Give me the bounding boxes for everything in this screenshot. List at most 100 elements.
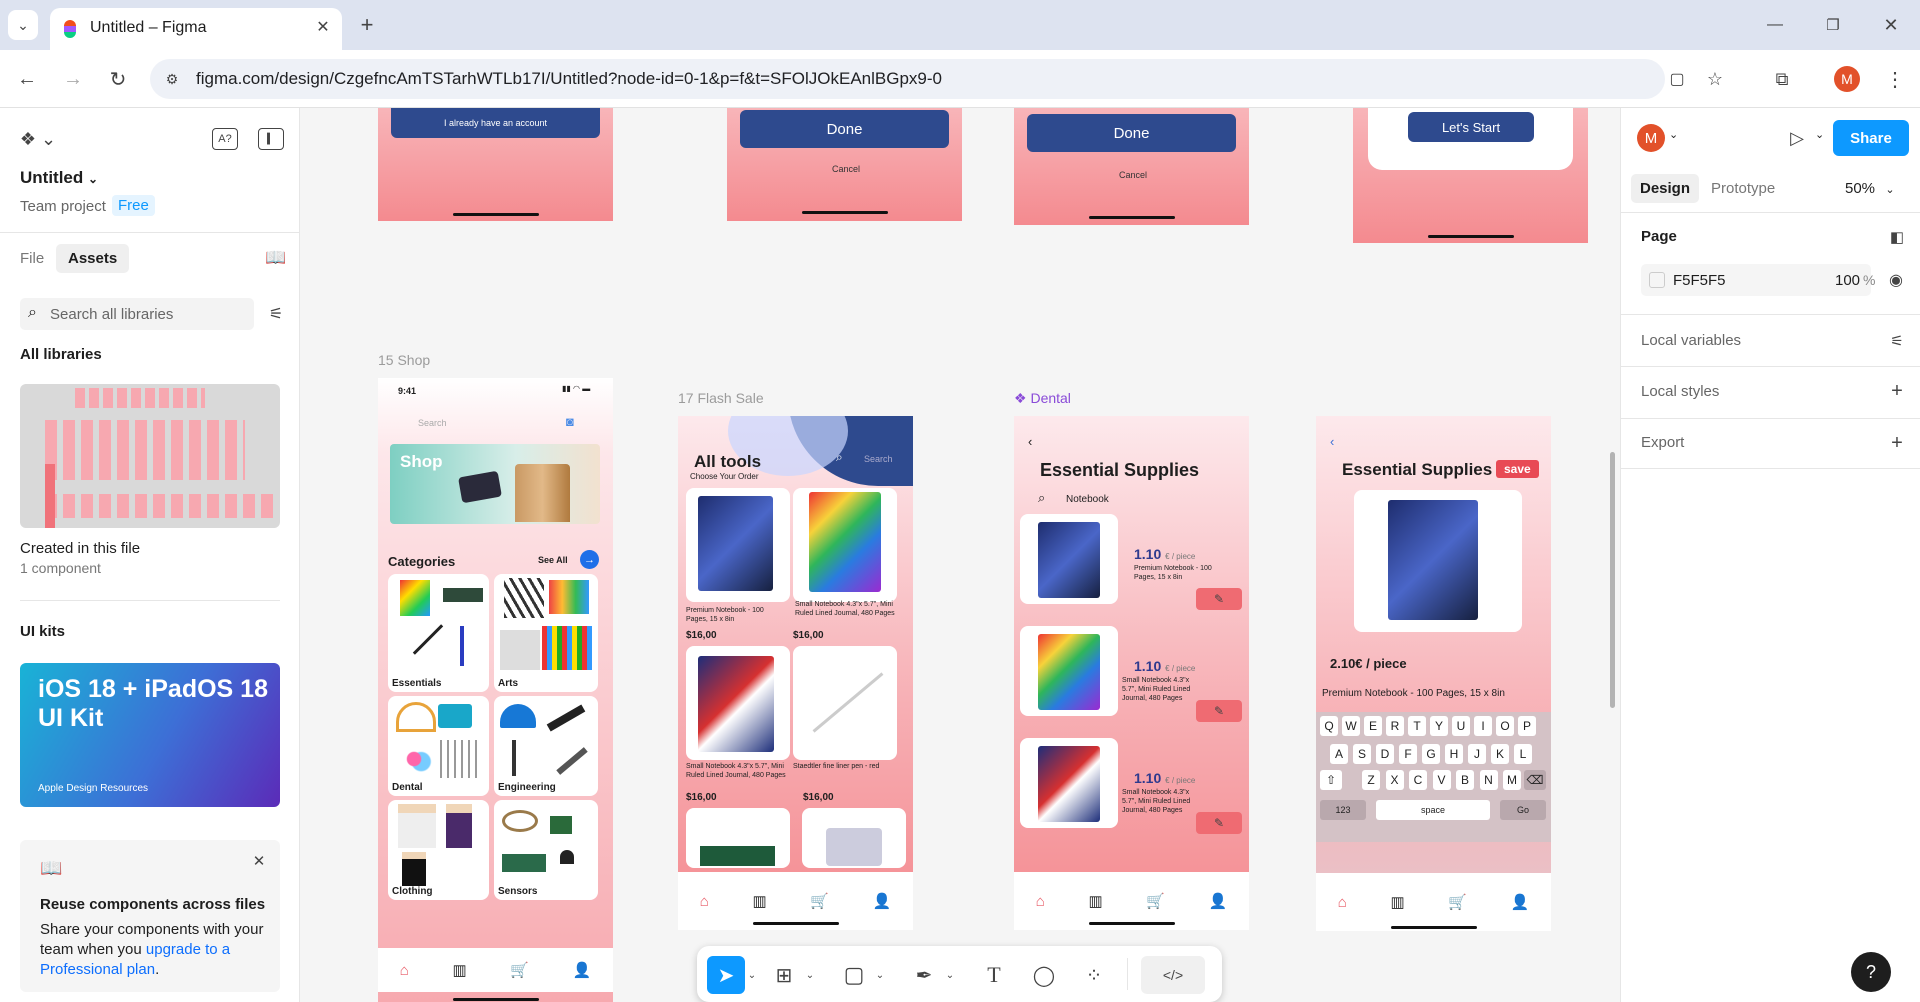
text-tool-icon[interactable]: T	[975, 956, 1013, 994]
key-c[interactable]: C	[1409, 770, 1427, 790]
back-chevron-icon[interactable]: ‹	[1028, 434, 1032, 449]
stats-icon[interactable]: ▥	[752, 892, 766, 910]
home-icon[interactable]: ⌂	[1036, 893, 1045, 910]
key-n[interactable]: N	[1479, 770, 1498, 790]
home-icon[interactable]: ⌂	[400, 962, 409, 979]
actions-tool-icon[interactable]: ⁘	[1075, 956, 1113, 994]
new-tab-icon[interactable]: +	[352, 10, 382, 40]
lets-start-button[interactable]: Let's Start	[1408, 112, 1534, 142]
restore-icon[interactable]: ❐	[1818, 10, 1848, 40]
key-g[interactable]: G	[1422, 744, 1440, 764]
stats-icon[interactable]: ▥	[1088, 892, 1102, 910]
color-swatch[interactable]	[1649, 272, 1665, 288]
home-icon[interactable]: ⌂	[700, 893, 709, 910]
cart-icon[interactable]: 🛒	[1146, 892, 1165, 910]
key-l[interactable]: L	[1514, 744, 1532, 764]
shift-key[interactable]: ⇧	[1320, 770, 1342, 790]
site-info-icon[interactable]: ⚙	[160, 67, 184, 91]
frame-label-shop[interactable]: 15 Shop	[378, 352, 430, 368]
present-chevron-icon[interactable]: ⌄	[1815, 128, 1824, 141]
product-card[interactable]	[793, 488, 897, 602]
home-icon[interactable]: ⌂	[1338, 894, 1347, 911]
page-color-hex[interactable]: F5F5F5	[1673, 272, 1726, 289]
tab-list-chevron-icon[interactable]: ⌄	[8, 10, 38, 40]
key-v[interactable]: V	[1432, 770, 1451, 790]
cart-icon[interactable]: 🛒	[510, 961, 529, 979]
tab-prototype[interactable]: Prototype	[1711, 180, 1775, 197]
close-promo-icon[interactable]: ✕	[248, 850, 270, 872]
bookmark-star-icon[interactable]: ☆	[1703, 67, 1727, 91]
file-library-thumbnail[interactable]	[20, 384, 280, 528]
library-book-icon[interactable]: 📖	[264, 246, 288, 270]
browser-tab[interactable]: Untitled – Figma ✕	[50, 8, 342, 50]
frame-label-dental[interactable]: ❖ Dental	[1014, 390, 1071, 407]
frame-top-4[interactable]: Let's Start	[1353, 108, 1588, 243]
present-play-icon[interactable]: ▷	[1785, 126, 1809, 150]
dental-search[interactable]: Notebook	[1066, 494, 1109, 505]
product-card[interactable]	[1020, 738, 1118, 828]
key-r[interactable]: R	[1386, 716, 1404, 736]
back-chevron-icon[interactable]: ‹	[1330, 434, 1334, 449]
move-tool-chevron-icon[interactable]: ⌄	[745, 960, 759, 990]
key-j[interactable]: J	[1468, 744, 1486, 764]
key-y[interactable]: Y	[1430, 716, 1448, 736]
cancel-link[interactable]: Cancel	[832, 164, 860, 174]
category-dental[interactable]: Dental	[388, 696, 489, 796]
frame-tool-icon[interactable]: ⊞	[765, 956, 803, 994]
key-u[interactable]: U	[1452, 716, 1470, 736]
product-card[interactable]	[793, 646, 897, 760]
frame-top-2[interactable]: Done Cancel	[727, 108, 962, 221]
key-b[interactable]: B	[1456, 770, 1474, 790]
close-window-icon[interactable]: ✕	[1876, 10, 1906, 40]
key-t[interactable]: T	[1408, 716, 1426, 736]
created-title[interactable]: Created in this file	[20, 540, 140, 557]
search-icon[interactable]: ⌕	[836, 450, 843, 465]
key-m[interactable]: M	[1503, 770, 1521, 790]
product-card[interactable]	[686, 488, 790, 602]
category-sensors[interactable]: Sensors	[494, 800, 598, 900]
stats-icon[interactable]: ▥	[452, 961, 466, 979]
search-icon[interactable]: ⌕	[1038, 490, 1045, 506]
tab-assets[interactable]: Assets	[56, 244, 130, 273]
product-card[interactable]	[686, 808, 790, 868]
category-arts[interactable]: Arts	[494, 574, 598, 692]
frame-label-flash[interactable]: 17 Flash Sale	[678, 390, 764, 406]
profile-avatar[interactable]: M	[1834, 66, 1860, 92]
cancel-link[interactable]: Cancel	[1119, 170, 1147, 180]
variables-icon[interactable]: ⚟	[1885, 330, 1909, 352]
profile-icon[interactable]: 👤	[573, 961, 592, 979]
go-key[interactable]: Go	[1500, 800, 1546, 820]
product-card[interactable]	[686, 646, 790, 760]
done-button[interactable]: Done	[740, 110, 949, 148]
toggle-sidebar-icon[interactable]: ▍	[258, 128, 284, 150]
frame-top-1[interactable]: I already have an account	[378, 108, 613, 221]
profile-icon[interactable]: 👤	[1511, 893, 1530, 911]
key-i[interactable]: I	[1474, 716, 1492, 736]
see-all-link[interactable]: See All	[538, 555, 568, 565]
minimize-icon[interactable]: —	[1760, 10, 1790, 40]
search-libraries-field[interactable]: ⌕ Search all libraries	[20, 298, 254, 330]
reload-icon[interactable]: ↻	[103, 64, 133, 94]
tab-close-icon[interactable]: ✕	[312, 16, 334, 38]
space-key[interactable]: space	[1376, 800, 1490, 820]
page-opacity[interactable]: 100	[1835, 272, 1860, 289]
avatar-chevron-icon[interactable]: ⌄	[1669, 128, 1678, 141]
edit-pencil-icon[interactable]: ✎	[1196, 700, 1242, 722]
product-card[interactable]	[1020, 626, 1118, 716]
clipboard-icon[interactable]: ▢	[1665, 67, 1689, 91]
edit-pencil-icon[interactable]: ✎	[1196, 588, 1242, 610]
design-canvas[interactable]: I already have an account Done Cancel Do…	[300, 108, 1620, 1002]
page-styles-icon[interactable]: ◧	[1885, 226, 1909, 248]
dental-frame[interactable]: ‹ Essential Supplies ⌕ Notebook 1.10 € /…	[1014, 416, 1249, 930]
add-style-icon[interactable]: +	[1885, 380, 1909, 402]
key-z[interactable]: Z	[1362, 770, 1380, 790]
shop-banner[interactable]: Shop	[390, 444, 600, 524]
add-export-icon[interactable]: +	[1885, 432, 1909, 454]
delete-key[interactable]: ⌫	[1524, 770, 1546, 790]
have-account-button[interactable]: I already have an account	[391, 108, 600, 138]
category-clothing[interactable]: Clothing	[388, 800, 489, 900]
profile-icon[interactable]: 👤	[873, 892, 892, 910]
frame-top-3[interactable]: Done Cancel	[1014, 108, 1249, 225]
flash-sale-frame[interactable]: All tools Choose Your Order ⌕ Search Pre…	[678, 416, 913, 930]
dev-mode-icon[interactable]: </>	[1141, 956, 1205, 994]
